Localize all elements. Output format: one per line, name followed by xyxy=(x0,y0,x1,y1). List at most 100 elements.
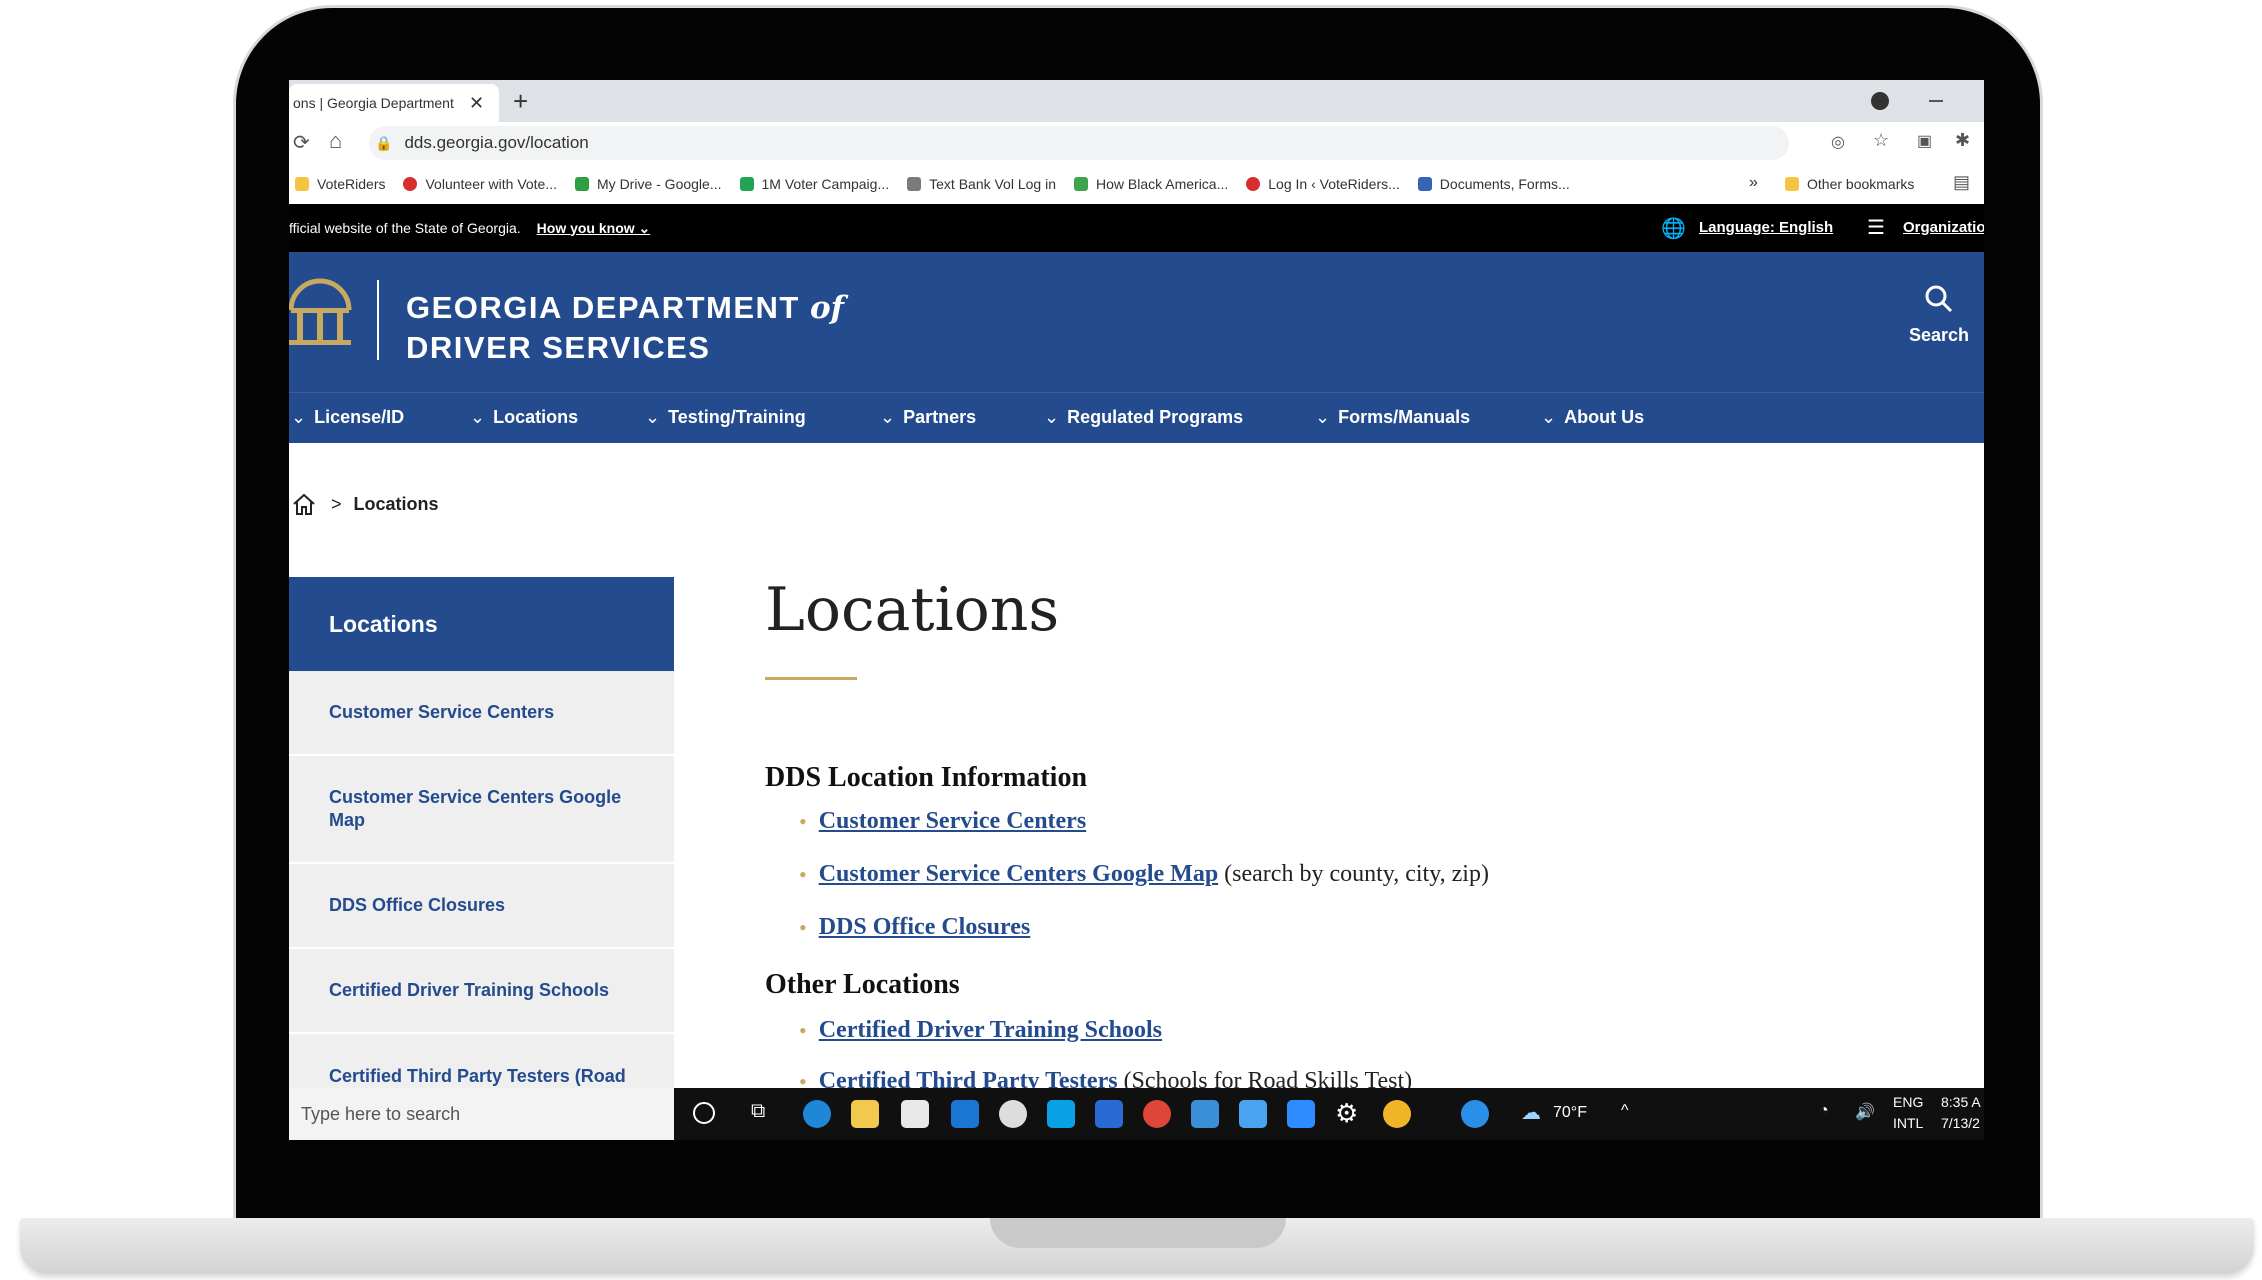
file-explorer-icon[interactable] xyxy=(851,1100,879,1128)
language-indicator[interactable]: ENG INTL xyxy=(1893,1092,1923,1134)
bookmark-item[interactable]: My Drive - Google... xyxy=(575,176,722,192)
chevron-down-icon: ⌄ xyxy=(645,407,661,427)
bookmark-icon xyxy=(1417,177,1432,191)
store-icon[interactable] xyxy=(901,1100,929,1128)
hide-icon[interactable]: ◎ xyxy=(1831,132,1845,152)
zoom-icon[interactable] xyxy=(1287,1100,1315,1128)
list-icon: ☰ xyxy=(1867,217,1885,239)
link-note: (search by county, city, zip) xyxy=(1224,861,1489,887)
title-underline xyxy=(765,677,857,680)
network-icon[interactable]: ◔ xyxy=(1819,1102,1829,1120)
organization-link[interactable]: Organizatio xyxy=(1903,219,1984,236)
cortana-icon[interactable] xyxy=(693,1102,715,1124)
weather-text[interactable]: 70°F xyxy=(1553,1104,1587,1122)
close-tab-icon[interactable]: ✕ xyxy=(469,93,484,114)
nav-partners[interactable]: ⌄ Partners xyxy=(880,407,976,428)
bullet-icon: • xyxy=(799,1017,807,1043)
page-title: Locations xyxy=(765,575,1060,645)
link-office-closures[interactable]: DDS Office Closures xyxy=(819,914,1031,941)
georgia-seal-icon[interactable] xyxy=(289,270,355,348)
bookmark-item[interactable]: 1M Voter Campaig... xyxy=(739,176,889,192)
nav-about-us[interactable]: ⌄ About Us xyxy=(1541,407,1644,428)
home-icon[interactable] xyxy=(291,492,317,516)
nav-forms-manuals[interactable]: ⌄ Forms/Manuals xyxy=(1315,407,1470,428)
weather-icon[interactable]: ☁ xyxy=(1521,1100,1541,1125)
other-bookmarks[interactable]: Other bookmarks xyxy=(1785,176,1914,192)
breadcrumb-separator: > xyxy=(331,493,342,514)
site-title[interactable]: GEORGIA DEPARTMENT of DRIVER SERVICES xyxy=(406,288,844,367)
chevron-down-icon: ⌄ xyxy=(638,219,651,236)
bookmark-item[interactable]: How Black America... xyxy=(1074,176,1228,192)
chevron-down-icon: ⌄ xyxy=(291,407,307,427)
chevron-down-icon: ⌄ xyxy=(1541,407,1557,427)
star-icon[interactable]: ☆ xyxy=(1873,130,1889,151)
bookmarks-bar: VoteRiders Volunteer with Vote... My Dri… xyxy=(289,164,1984,205)
app-icon[interactable] xyxy=(1239,1100,1267,1128)
link-driver-training-schools[interactable]: Certified Driver Training Schools xyxy=(819,1017,1162,1044)
browser-tab[interactable]: ons | Georgia Department ✕ xyxy=(289,84,499,122)
bullet-icon: • xyxy=(799,808,807,834)
app-icon[interactable] xyxy=(999,1100,1027,1128)
bookmark-item[interactable]: Text Bank Vol Log in xyxy=(907,176,1056,192)
new-tab-button[interactable]: + xyxy=(513,86,528,117)
breadcrumb: > Locations xyxy=(289,492,439,516)
official-text: fficial website of the State of Georgia. xyxy=(289,220,521,236)
app-icon[interactable] xyxy=(1383,1100,1411,1128)
header-divider xyxy=(377,280,379,360)
url-field[interactable]: 🔒 dds.georgia.gov/location xyxy=(369,126,1789,160)
task-view-icon[interactable]: ⧉ xyxy=(751,1100,765,1123)
laptop-notch xyxy=(990,1218,1286,1248)
nav-regulated-programs[interactable]: ⌄ Regulated Programs xyxy=(1044,407,1243,428)
official-banner: fficial website of the State of Georgia.… xyxy=(289,204,1984,252)
tray-chevron-icon[interactable]: ^ xyxy=(1621,1102,1629,1120)
link-google-map[interactable]: Customer Service Centers Google Map xyxy=(819,861,1218,888)
bookmark-icon xyxy=(1246,177,1261,191)
nav-testing-training[interactable]: ⌄ Testing/Training xyxy=(645,407,806,428)
browser-tab-bar: ons | Georgia Department ✕ + xyxy=(289,80,1984,122)
bullet-icon: • xyxy=(799,914,807,940)
list-item: • Certified Driver Training Schools xyxy=(799,1017,1162,1044)
link-customer-service-centers[interactable]: Customer Service Centers xyxy=(819,808,1086,835)
search-button[interactable]: Search xyxy=(1899,284,1979,346)
bookmark-item[interactable]: Documents, Forms... xyxy=(1417,176,1570,192)
sidebar-item[interactable]: Customer Service Centers Google Map xyxy=(289,756,674,864)
reading-list-icon[interactable]: ▤ xyxy=(1953,172,1970,193)
camera-icon[interactable]: ▣ xyxy=(1917,131,1932,151)
sidebar-item[interactable]: Customer Service Centers xyxy=(289,671,674,756)
chrome-icon[interactable] xyxy=(1143,1100,1171,1128)
volume-icon[interactable]: 🔊 xyxy=(1855,1102,1875,1122)
clock[interactable]: 8:35 A 7/13/2 xyxy=(1941,1092,1981,1134)
section-heading: Other Locations xyxy=(765,969,960,1000)
bookmark-icon xyxy=(907,177,922,191)
lock-icon: 🔒 xyxy=(375,134,393,151)
bookmark-item[interactable]: Log In ‹ VoteRiders... xyxy=(1246,176,1400,192)
bookmark-item[interactable]: Volunteer with Vote... xyxy=(403,176,557,192)
more-bookmarks-button[interactable]: » xyxy=(1749,174,1758,192)
bookmark-item[interactable]: VoteRiders xyxy=(295,176,385,192)
reload-icon[interactable]: ⟳ xyxy=(293,130,310,155)
search-label: Search xyxy=(1908,325,1970,345)
chevron-down-icon: ⌄ xyxy=(880,407,896,427)
extensions-icon[interactable]: ✱ xyxy=(1955,130,1970,151)
minimize-icon[interactable] xyxy=(1929,100,1943,102)
skype-icon[interactable] xyxy=(1047,1100,1075,1128)
app-icon[interactable] xyxy=(1191,1100,1219,1128)
home-icon[interactable]: ⌂ xyxy=(329,128,342,154)
settings-icon[interactable]: ⚙ xyxy=(1335,1098,1358,1129)
language-link[interactable]: Language: English xyxy=(1699,219,1833,236)
sidebar-item[interactable]: Certified Driver Training Schools xyxy=(289,949,674,1034)
how-you-know-link[interactable]: How you know ⌄ xyxy=(537,220,651,237)
nav-locations[interactable]: ⌄ Locations xyxy=(470,407,578,428)
list-item: • Customer Service Centers Google Map (se… xyxy=(799,861,1489,888)
mail-icon[interactable] xyxy=(951,1100,979,1128)
windows-taskbar: Type here to search ⧉ ⚙ ☁ 70°F ^ ◔ 🔊 ENG… xyxy=(289,1088,1984,1140)
nav-license-id[interactable]: ⌄ License/ID xyxy=(291,407,404,428)
help-icon[interactable] xyxy=(1461,1100,1489,1128)
profile-icon[interactable] xyxy=(1871,92,1889,110)
edge-icon[interactable] xyxy=(803,1100,831,1128)
app-icon[interactable] xyxy=(1095,1100,1123,1128)
sidebar-title[interactable]: Locations xyxy=(289,577,674,671)
sidebar-item[interactable]: DDS Office Closures xyxy=(289,864,674,949)
search-icon xyxy=(1925,285,1953,313)
taskbar-search-input[interactable]: Type here to search xyxy=(289,1088,674,1140)
